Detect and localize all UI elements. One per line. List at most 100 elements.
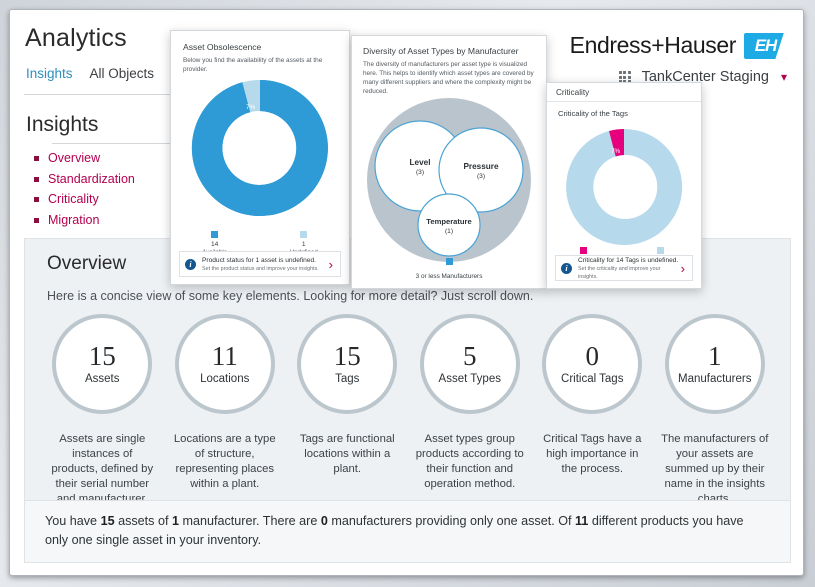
bubble-label-temperature: Temperature (426, 217, 471, 226)
eh-logo-icon: EH (744, 32, 787, 59)
overview-title: Overview (47, 253, 127, 274)
stat-locations[interactable]: 11 Locations Locations are a type of str… (164, 314, 287, 507)
stat-value: 0 (585, 341, 600, 371)
banner-title: Criticality for 14 Tags is undefined. (578, 256, 679, 264)
overview-summary: You have 15 assets of 1 manufacturer. Th… (25, 500, 790, 562)
obsolescence-action-banner[interactable]: i Product status for 1 asset is undefine… (179, 251, 341, 277)
summary-part-1: You have (45, 514, 101, 528)
card-asset-obsolescence[interactable]: Asset Obsolescence Below you find the av… (170, 30, 350, 285)
stat-critical-tags[interactable]: 0 Critical Tags Critical Tags have a hig… (531, 314, 654, 507)
card-criticality[interactable]: Criticality Criticality of the Tags 7% 9… (546, 82, 702, 289)
stat-description: Tags are functional locations within a p… (299, 433, 395, 475)
stat-asset-types[interactable]: 5 Asset Types Asset types group products… (409, 314, 532, 507)
stat-description: Asset types group products according to … (415, 433, 524, 490)
legend-swatch (657, 247, 665, 254)
stat-circle: 0 Critical Tags (542, 314, 643, 414)
sidebar-item-criticality[interactable]: Criticality (34, 192, 135, 206)
stat-value: 1 (708, 341, 722, 371)
stat-circle: 11 Locations (174, 314, 275, 414)
legend-value: 14 (211, 240, 219, 248)
legend-swatch (211, 231, 219, 238)
obsolescence-donut-chart: 7% 93% (183, 71, 337, 225)
legend-swatch (300, 231, 308, 238)
desktop-background: Analytics Insights All Objects Endress+H… (0, 0, 815, 587)
diversity-legend: 3 or less Manufacturers (352, 252, 546, 280)
summary-part-3: manufacturer. There are (179, 514, 321, 528)
bubble-svg: Level (3) Pressure (3) Temperature (1) (367, 98, 531, 262)
criticality-pct-undefined: 93% (615, 211, 628, 218)
stat-description: Assets are single instances of products,… (51, 433, 154, 505)
card-title: Diversity of Asset Types by Manufacturer (363, 46, 519, 56)
legend-label: 3 or less Manufacturers (415, 273, 483, 280)
criticality-action-banner[interactable]: i Criticality for 14 Tags is undefined. … (555, 255, 693, 281)
sidebar-item-overview[interactable]: Overview (34, 151, 135, 165)
stat-manufacturers[interactable]: 1 Manufacturers The manufacturers of you… (654, 314, 777, 507)
analytics-window: Analytics Insights All Objects Endress+H… (9, 9, 804, 576)
stat-value: 5 (463, 341, 477, 371)
stat-assets[interactable]: 15 Assets Assets are single instances of… (41, 314, 164, 507)
bubble-count-temperature: (1) (445, 228, 453, 235)
obsolescence-pct-available: 93% (250, 177, 263, 184)
card-title: Asset Obsolescence (183, 42, 262, 52)
card-subtitle: The diversity of manufacturers per asset… (363, 61, 534, 95)
info-icon: i (185, 258, 196, 270)
card-header: Asset Obsolescence Below you find the av… (183, 42, 339, 74)
donut-svg (566, 128, 683, 245)
stat-label: Asset Types (438, 373, 501, 385)
donut-svg (191, 79, 328, 216)
legend-swatch (445, 258, 453, 265)
tab-insights[interactable]: Insights (26, 66, 73, 81)
tab-all-objects[interactable]: All Objects (90, 66, 155, 81)
card-bar-title: Criticality (556, 87, 590, 97)
legend-swatch (580, 247, 588, 254)
summary-part-2: assets of (114, 514, 172, 528)
insights-heading: Insights (26, 113, 99, 136)
summary-single-asset-mfr-count: 0 (320, 514, 328, 528)
bubble-label-pressure: Pressure (463, 162, 498, 171)
stat-description: Critical Tags have a high importance in … (543, 433, 642, 475)
chevron-down-icon[interactable]: ▾ (781, 70, 787, 84)
card-diversity-asset-types[interactable]: Diversity of Asset Types by Manufacturer… (351, 35, 547, 289)
summary-manufacturer-count: 1 (171, 514, 179, 528)
stat-circle: 15 Assets (52, 314, 153, 414)
sidebar-item-standardization[interactable]: Standardization (34, 172, 135, 186)
legend-value: 1 (301, 240, 306, 248)
bubble-count-pressure: (3) (477, 173, 485, 180)
insights-nav-list: Overview Standardization Criticality Mig… (34, 151, 135, 233)
stat-value: 15 (333, 341, 361, 371)
chevron-right-icon[interactable]: › (681, 261, 685, 276)
banner-subtitle: Set the product status and improve your … (202, 265, 319, 272)
stat-label: Assets (84, 373, 120, 385)
stat-description: Locations are a type of structure, repre… (173, 433, 276, 490)
stat-circle: 1 Manufacturers (664, 314, 765, 414)
stat-label: Critical Tags (561, 373, 624, 385)
criticality-pct-medium: 7% (611, 148, 621, 155)
stat-label: Tags (335, 373, 360, 385)
stat-circle: 15 Tags (297, 314, 398, 414)
page-title: Analytics (25, 24, 127, 52)
stat-description: The manufacturers of your assets are sum… (661, 433, 769, 505)
stat-label: Manufacturers (677, 373, 752, 385)
overview-stats: 15 Assets Assets are single instances of… (41, 314, 776, 507)
sidebar-item-migration[interactable]: Migration (34, 213, 135, 227)
banner-title: Product status for 1 asset is undefined. (202, 256, 316, 264)
brand-logo: Endress+Hauser EH (570, 32, 787, 59)
card-header: Diversity of Asset Types by Manufacturer… (363, 46, 536, 96)
stat-label: Locations (200, 373, 250, 385)
eh-logo-text: EH (754, 35, 778, 55)
bubble-label-level: Level (410, 158, 431, 167)
primary-tabs: Insights All Objects (26, 66, 154, 81)
obsolescence-pct-undefined: 7% (246, 104, 256, 111)
stat-circle: 5 Asset Types (419, 314, 520, 414)
criticality-card-bar: Criticality (547, 83, 701, 102)
card-header: Criticality of the Tags (558, 109, 628, 118)
info-icon: i (561, 262, 572, 274)
card-title: Criticality of the Tags (558, 109, 628, 118)
overview-subtitle: Here is a concise view of some key eleme… (47, 289, 534, 303)
stat-value: 11 (211, 341, 238, 371)
stat-value: 15 (88, 341, 116, 371)
stat-tags[interactable]: 15 Tags Tags are functional locations wi… (286, 314, 409, 507)
chevron-right-icon[interactable]: › (329, 257, 333, 272)
summary-products-count: 11 (575, 514, 589, 528)
criticality-donut-chart: 7% 93% (558, 121, 690, 253)
